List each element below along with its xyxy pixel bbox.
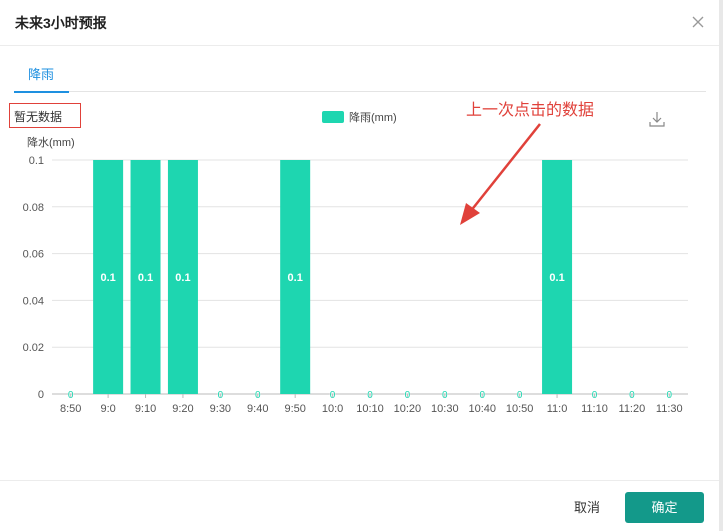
scrollbar-track[interactable] [719,0,723,531]
x-tick-label: 10:10 [356,403,384,415]
bar-zero-label: 0 [68,390,74,401]
bar-data-label: 0.1 [175,272,190,284]
bar-zero-label: 0 [479,390,485,401]
x-tick-label: 9:20 [172,403,193,415]
bar-zero-label: 0 [255,390,261,401]
bar-zero-label: 0 [667,390,673,401]
x-tick-label: 11:20 [619,403,646,415]
bar-data-label: 0.1 [549,272,564,284]
x-tick-label: 11:0 [547,403,568,415]
forecast-dialog: 未来3小时预报 降雨 暂无数据 降雨(mm) 上一次点击的数据 0 0.02 0.0… [0,0,723,531]
x-tick-label: 11:10 [581,403,608,415]
bar-zero-label: 0 [405,390,411,401]
y-tick-label: 0 [38,389,44,401]
x-tick-label: 9:50 [284,403,305,415]
y-tick-label: 0.08 [23,202,44,214]
bar-zero-label: 0 [218,390,224,401]
bar-data-label: 0.1 [100,272,115,284]
x-tick-label: 10:30 [431,403,459,415]
y-tick-label: 0.02 [23,342,44,354]
x-tick-label: 10:50 [506,403,534,415]
x-tick-label: 11:30 [656,403,683,415]
confirm-button[interactable]: 确定 [625,492,704,523]
x-tick-label: 9:30 [210,403,231,415]
bar-zero-label: 0 [592,390,598,401]
bar-data-label: 0.1 [138,272,153,284]
chart-bars [93,160,573,394]
bar-zero-label: 0 [330,390,336,401]
x-tick-label: 9:0 [100,403,115,415]
rainfall-bar-chart: 0 0.02 0.04 0.06 0.08 0.1 8:50 0 9:0 0.1 9:10 0.1 9:… [23,123,688,415]
x-tick-label: 9:40 [247,403,268,415]
bar-zero-label: 0 [367,390,373,401]
y-axis-label: 降水(mm) [27,135,75,149]
bar-zero-label: 0 [629,390,635,401]
bar-zero-label: 0 [517,390,523,401]
dialog-footer [0,480,719,531]
x-tick-label: 9:10 [135,403,156,415]
x-tick-label: 8:50 [60,403,81,415]
x-tick-label: 10:20 [394,403,422,415]
cancel-button[interactable]: 取消 [563,493,611,523]
y-tick-label: 0.06 [23,249,44,261]
x-tick-label: 10:0 [322,403,343,415]
annotation-arrow [460,123,541,225]
y-tick-label: 0.1 [29,155,44,167]
x-tick-label: 10:40 [468,403,496,415]
bar-data-label: 0.1 [288,272,303,284]
y-tick-label: 0.04 [23,295,44,307]
bar-zero-label: 0 [442,390,448,401]
